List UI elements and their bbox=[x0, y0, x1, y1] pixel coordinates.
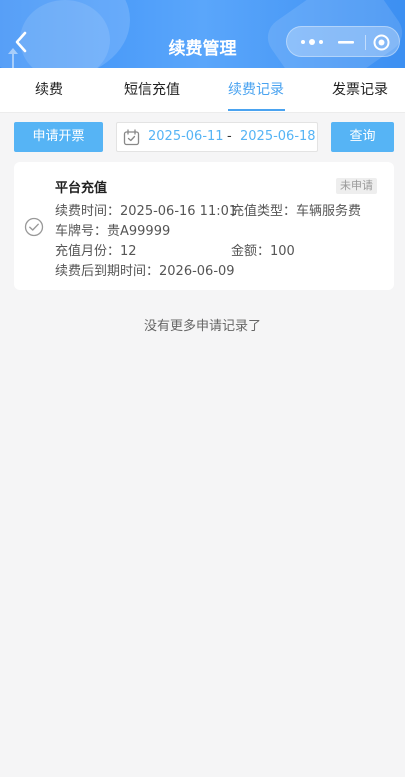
calendar-check-icon bbox=[123, 129, 140, 146]
nav-header: 续费管理 bbox=[0, 0, 405, 68]
tab-invoice-records[interactable]: 发票记录 bbox=[332, 68, 388, 113]
status-badge: 未申请 bbox=[336, 178, 377, 194]
recharge-type: 充值类型：车辆服务费 bbox=[231, 204, 362, 219]
expire-time: 续费后到期时间：2026-06-09 bbox=[55, 264, 235, 279]
mini-program-capsule bbox=[286, 26, 400, 57]
record-title: 平台充值 bbox=[55, 181, 108, 196]
check-circle-icon[interactable] bbox=[24, 217, 44, 237]
minimize-icon[interactable] bbox=[337, 36, 355, 48]
apply-invoice-button[interactable]: 申请开票 bbox=[14, 122, 103, 152]
record-card[interactable]: 平台充值 未申请 续费时间：2025-06-16 11:01 充值类型：车辆服务… bbox=[14, 162, 394, 290]
tab-renew[interactable]: 续费 bbox=[35, 68, 63, 113]
filter-bar: 申请开票 2025-06-11 - 2025-06-18 查询 bbox=[0, 113, 405, 163]
active-tab-indicator bbox=[228, 109, 285, 111]
tab-sms-recharge[interactable]: 短信充值 bbox=[124, 68, 180, 113]
recharge-months: 充值月份：12 bbox=[55, 244, 137, 259]
amount: 金额：100 bbox=[231, 244, 295, 259]
capsule-divider bbox=[365, 35, 366, 50]
end-date[interactable]: 2025-06-18 bbox=[240, 129, 316, 144]
more-dots-icon[interactable] bbox=[299, 36, 325, 48]
tab-bar: 续费 短信充值 续费记录 发票记录 bbox=[0, 68, 405, 113]
close-circle-icon[interactable] bbox=[373, 34, 390, 51]
date-separator: - bbox=[227, 129, 232, 144]
tab-renew-records[interactable]: 续费记录 bbox=[228, 68, 284, 113]
no-more-records-text: 没有更多申请记录了 bbox=[143, 319, 261, 334]
start-date[interactable]: 2025-06-11 bbox=[148, 129, 224, 144]
date-range-picker[interactable]: 2025-06-11 - 2025-06-18 bbox=[116, 122, 318, 152]
plate-number: 车牌号：贵A99999 bbox=[55, 224, 171, 239]
renew-time: 续费时间：2025-06-16 11:01 bbox=[55, 204, 238, 219]
query-button[interactable]: 查询 bbox=[331, 122, 394, 152]
